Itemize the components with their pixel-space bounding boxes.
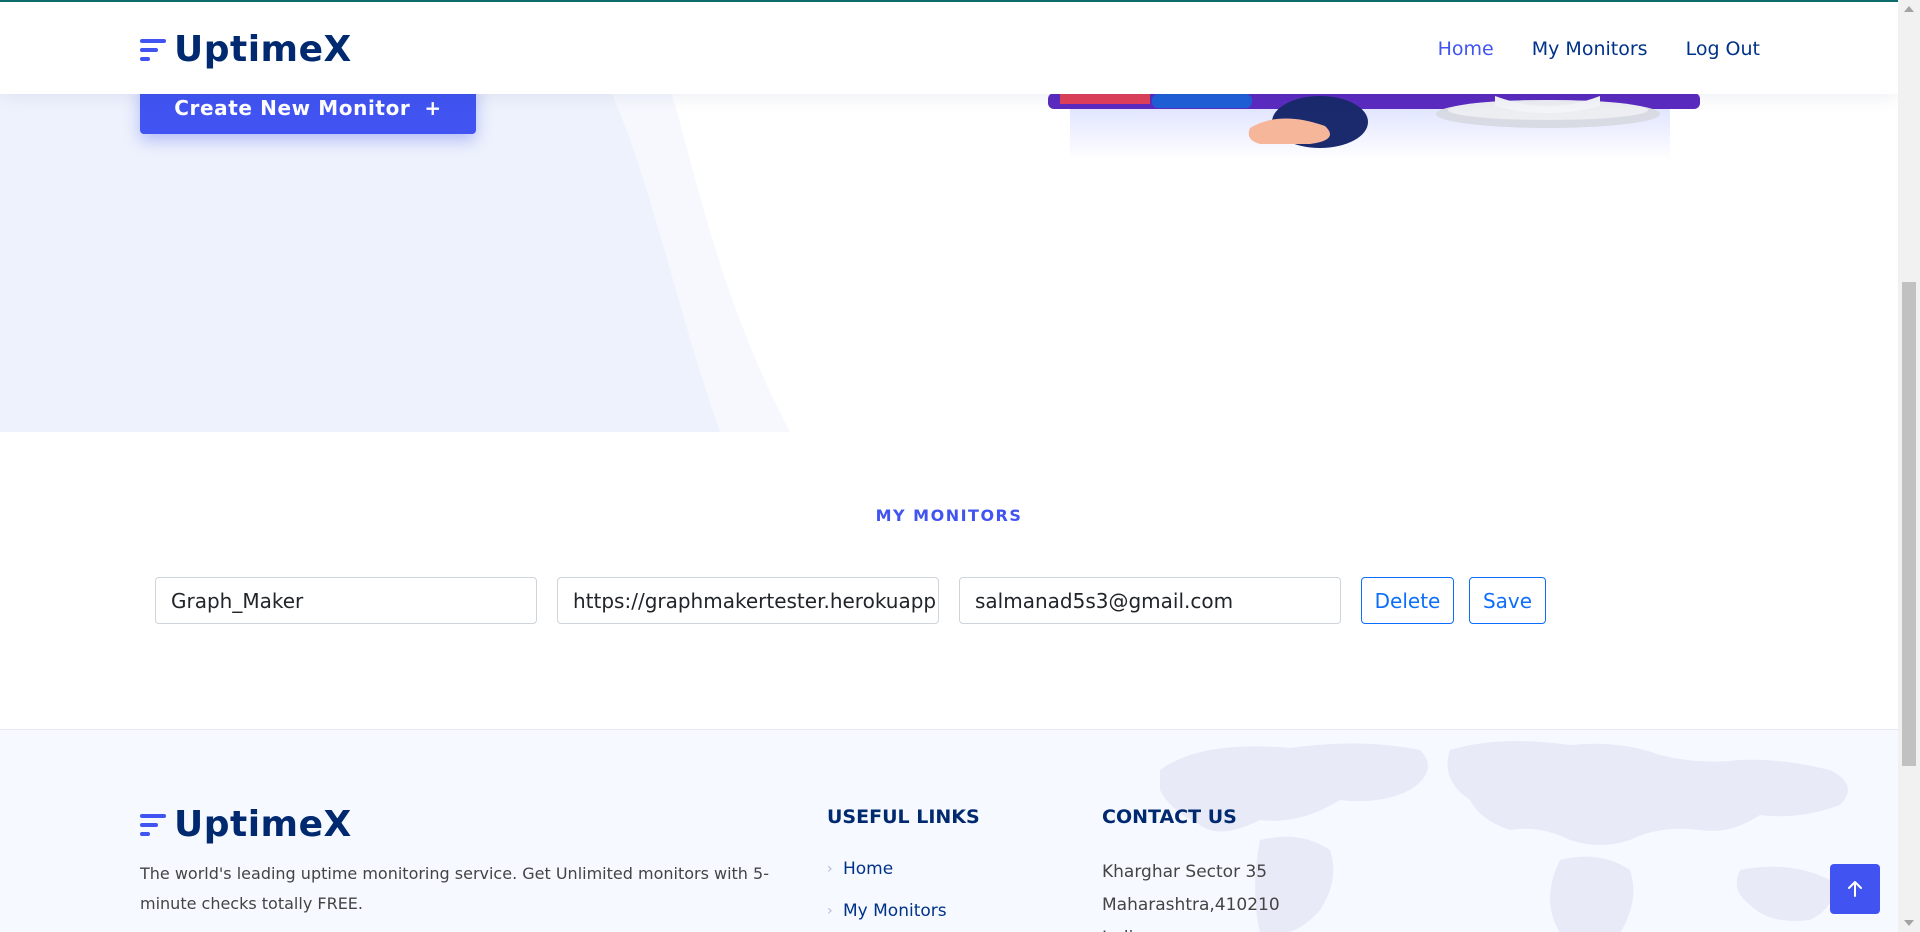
footer-link-home[interactable]: › Home (827, 848, 947, 890)
brand-name: UptimeX (174, 29, 352, 70)
useful-links-title: USEFUL LINKS (827, 806, 980, 828)
chevron-right-icon: › (827, 861, 833, 877)
create-button-label: Create New Monitor (174, 96, 411, 120)
save-button[interactable]: Save (1469, 577, 1546, 624)
back-to-top-button[interactable] (1830, 864, 1880, 914)
plus-icon: + (424, 96, 442, 120)
scrollbar-thumb[interactable] (1902, 282, 1916, 766)
contact-details: Kharghar Sector 35 Maharashtra,410210 In… (1102, 856, 1280, 932)
footer-link-label: My Monitors (843, 901, 947, 921)
footer-link-label: Home (843, 859, 894, 879)
brand-logo[interactable]: UptimeX (140, 29, 352, 70)
chevron-right-icon: › (827, 903, 833, 919)
nav-my-monitors[interactable]: My Monitors (1532, 38, 1648, 60)
scroll-up-arrow-icon[interactable] (1904, 6, 1914, 12)
contact-state-line: Maharashtra,410210 (1102, 895, 1280, 915)
monitor-url-field[interactable]: https://graphmakertester.herokuapp. (557, 577, 939, 624)
nav-home[interactable]: Home (1438, 38, 1494, 60)
monitor-name-field[interactable]: Graph_Maker (155, 577, 537, 624)
footer-logo[interactable]: UptimeX (140, 804, 352, 845)
footer-logo-mark-icon (140, 809, 166, 841)
contact-us-title: CONTACT US (1102, 806, 1237, 828)
logo-mark-icon (140, 34, 166, 66)
footer-link-my-monitors[interactable]: › My Monitors (827, 890, 947, 932)
useful-links-list: › Home › My Monitors (827, 848, 947, 932)
top-accent-line (0, 0, 1920, 2)
monitor-row: Graph_Maker https://graphmakertester.her… (155, 577, 1546, 624)
delete-button[interactable]: Delete (1361, 577, 1454, 624)
monitor-email-field[interactable]: salmanad5s3@gmail.com (959, 577, 1341, 624)
arrow-up-icon (1848, 881, 1862, 897)
nav-log-out[interactable]: Log Out (1686, 38, 1760, 60)
scroll-down-arrow-icon[interactable] (1904, 920, 1914, 926)
site-header: UptimeX Home My Monitors Log Out (0, 2, 1898, 94)
footer-brand-name: UptimeX (174, 804, 352, 845)
contact-address-line: Kharghar Sector 35 (1102, 862, 1268, 882)
my-monitors-title: MY MONITORS (875, 506, 1023, 525)
page-scrollbar[interactable] (1898, 0, 1920, 932)
footer-description: The world's leading uptime monitoring se… (140, 864, 769, 913)
contact-country-line: India (1102, 922, 1280, 932)
site-footer: UptimeX The world's leading uptime monit… (0, 729, 1898, 932)
main-nav: Home My Monitors Log Out (1438, 38, 1760, 60)
